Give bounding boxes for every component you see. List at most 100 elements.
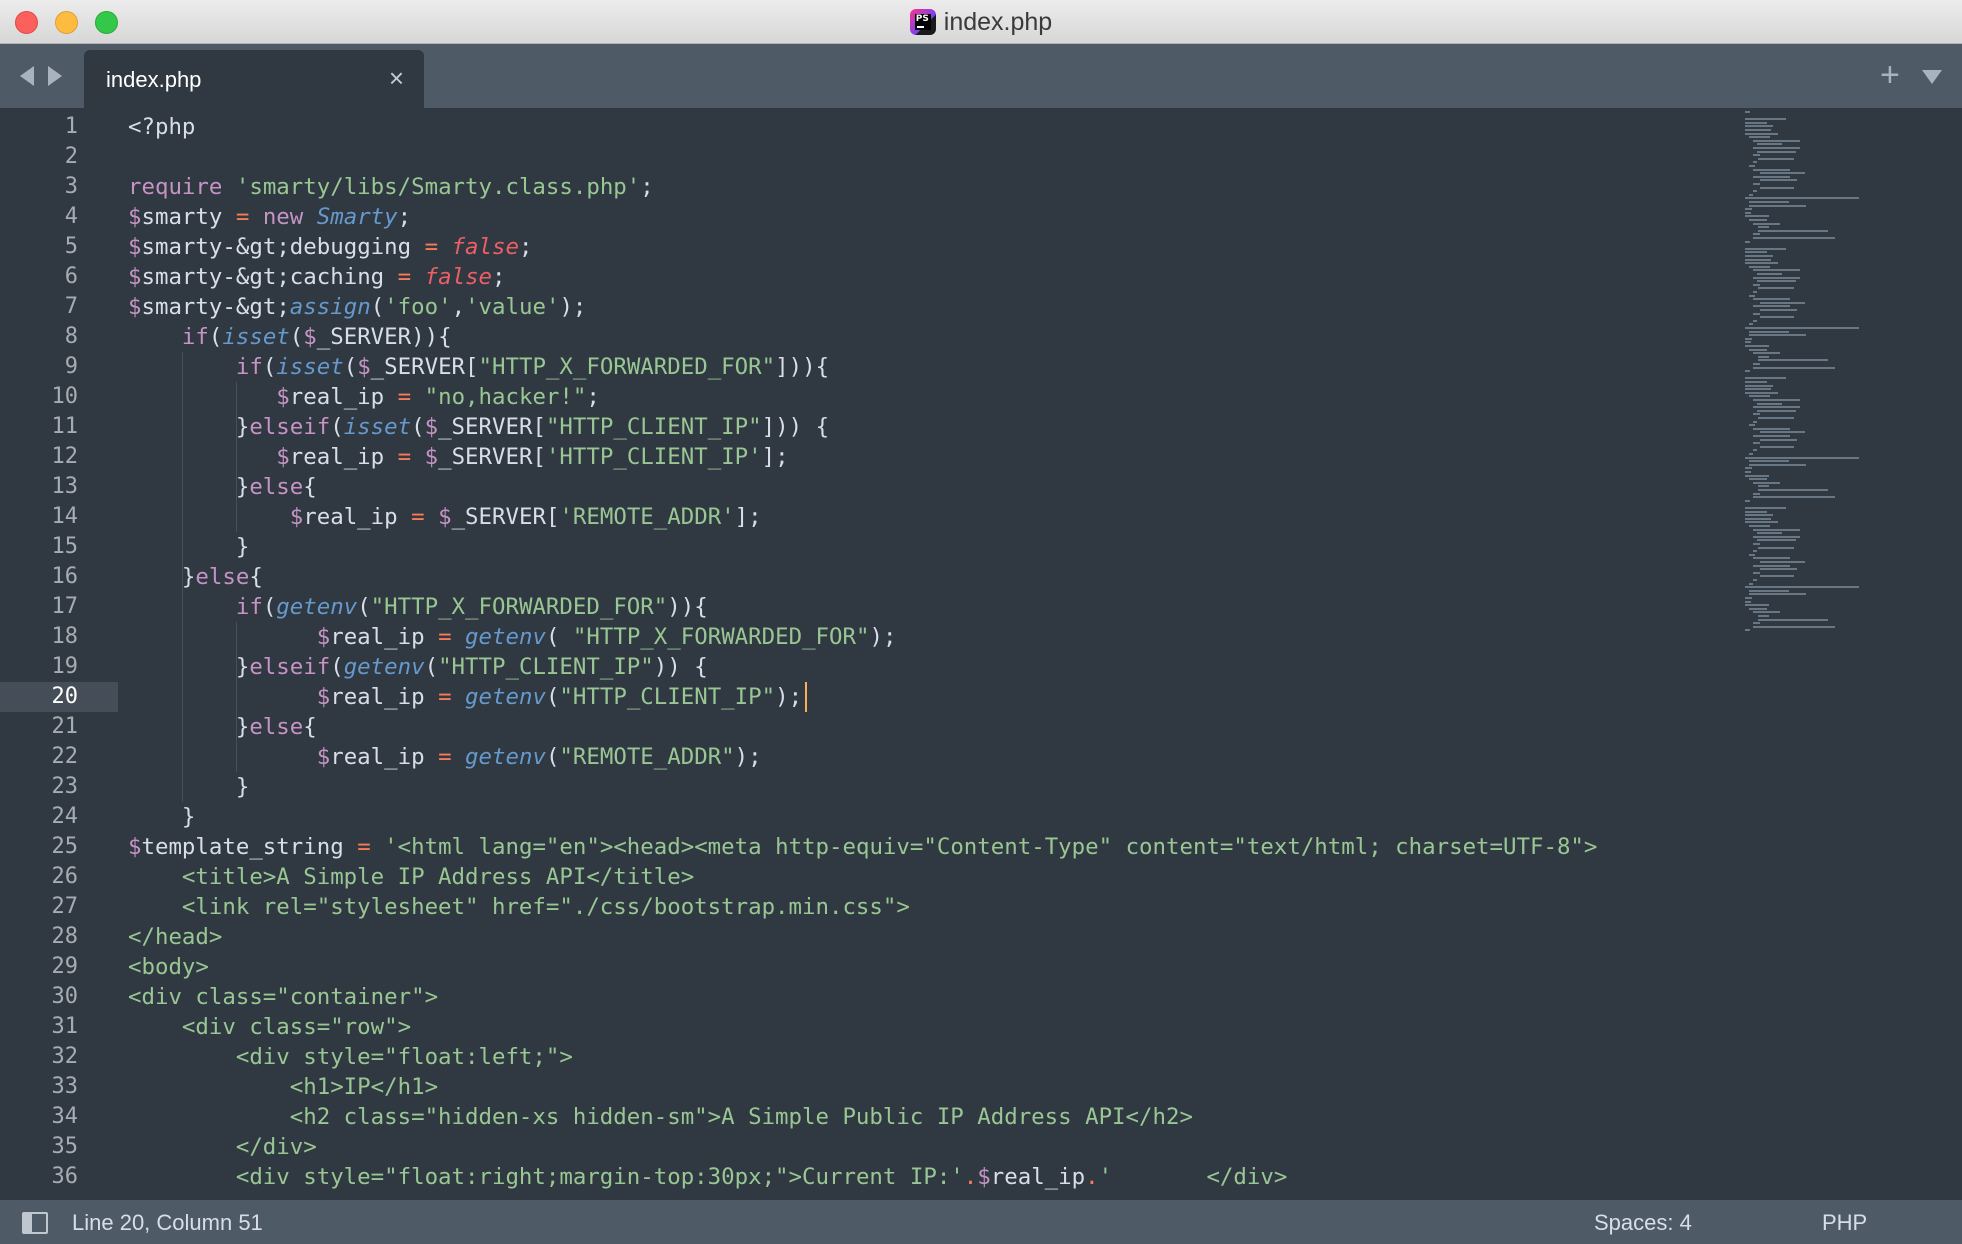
line-number: 2 — [64, 144, 78, 169]
code-line[interactable]: $real_ip = getenv("REMOTE_ADDR"); — [128, 742, 762, 772]
minimap-line — [1745, 521, 1778, 524]
tab-menu-chevron-down-icon[interactable] — [1922, 70, 1942, 84]
minimap-line — [1745, 600, 1752, 603]
code-line[interactable]: $smarty-&gt;assign('foo','value'); — [128, 292, 586, 322]
minimap-line — [1753, 571, 1760, 574]
minimap-line — [1756, 273, 1782, 275]
code-line[interactable]: $smarty-&gt;caching = false; — [128, 262, 506, 292]
minimap-line — [1749, 219, 1768, 221]
code-line[interactable]: }else{ — [128, 472, 317, 502]
minimap-line — [1757, 618, 1828, 621]
code-line[interactable]: $real_ip = $_SERVER['HTTP_CLIENT_IP']; — [128, 442, 788, 472]
code-line[interactable]: }else{ — [128, 712, 317, 742]
minimap-line — [1757, 546, 1795, 549]
code-line[interactable]: </div> — [128, 1132, 317, 1162]
code-line[interactable]: require 'smarty/libs/Smarty.class.php'; — [128, 172, 654, 202]
minimap-line — [1759, 172, 1805, 175]
minimap-line — [1759, 445, 1795, 448]
sidebar-toggle-icon[interactable] — [22, 1212, 48, 1234]
minimap-line — [1753, 269, 1800, 272]
code-line[interactable]: <title>A Simple IP Address API</title> — [128, 862, 694, 892]
line-number: 35 — [51, 1134, 79, 1159]
minimap-line — [1745, 517, 1772, 520]
code-line[interactable]: }elseif(getenv("HTTP_CLIENT_IP")) { — [128, 652, 708, 682]
minimap-line — [1745, 251, 1768, 254]
code-line[interactable]: $real_ip = $_SERVER['REMOTE_ADDR']; — [128, 502, 762, 532]
line-number: 20 — [51, 684, 79, 709]
minimap-line — [1745, 391, 1778, 394]
code-line[interactable]: } — [128, 802, 195, 832]
minimap-line — [1745, 258, 1772, 261]
code-line[interactable]: $real_ip = getenv( "HTTP_X_FORWARDED_FOR… — [128, 622, 897, 652]
minimap-line — [1756, 280, 1797, 283]
line-number: 29 — [51, 954, 79, 979]
text-caret — [805, 682, 807, 712]
minimap-line — [1753, 363, 1760, 365]
phpstorm-icon: PS — [909, 9, 936, 35]
minimap-line — [1759, 179, 1798, 182]
tab-bar: index.php × + — [0, 44, 1962, 108]
indentation-setting[interactable]: Spaces: 4 — [1594, 1210, 1692, 1236]
minimap-line — [1753, 161, 1758, 164]
line-number: 33 — [51, 1074, 79, 1099]
forward-arrow-icon[interactable] — [48, 66, 62, 86]
minimap-line — [1753, 492, 1760, 495]
code-line[interactable]: </head> — [128, 922, 222, 952]
code-line[interactable]: $smarty = new Smarty; — [128, 202, 411, 232]
cursor-position[interactable]: Line 20, Column 51 — [72, 1210, 263, 1236]
code-line[interactable]: $smarty-&gt;debugging = false; — [128, 232, 532, 262]
code-line[interactable]: } — [128, 772, 249, 802]
line-number-gutter: 1 2 3 4 5 6 7 8 9 10 11 12 13 14 15 16 17 18 19 20 21 22 23 24 2… — [0, 108, 118, 1200]
minimap-line — [1757, 485, 1770, 488]
code-line[interactable]: if(getenv("HTTP_X_FORWARDED_FOR")){ — [128, 592, 708, 622]
minimap[interactable] — [1745, 111, 1960, 671]
code-line[interactable]: $real_ip = "no,hacker!"; — [128, 382, 600, 412]
back-arrow-icon[interactable] — [20, 66, 34, 86]
code-area[interactable]: <?php require 'smarty/libs/Smarty.class.p… — [128, 108, 1728, 1200]
code-line[interactable]: $real_ip = getenv("HTTP_CLIENT_IP"); — [128, 682, 802, 712]
minimap-line — [1757, 489, 1828, 491]
code-line[interactable]: } — [128, 532, 249, 562]
code-editor[interactable]: 1 2 3 4 5 6 7 8 9 10 11 12 13 14 15 16 17 18 19 20 21 22 23 24 2… — [0, 108, 1962, 1200]
code-line[interactable]: <?php — [128, 112, 195, 142]
syntax-mode[interactable]: PHP — [1822, 1210, 1867, 1236]
code-line[interactable]: }else{ — [128, 562, 263, 592]
minimap-line — [1749, 334, 1806, 337]
code-line[interactable]: <div style="float:right;margin-top:30px;… — [128, 1162, 1288, 1192]
minimap-line — [1749, 463, 1806, 466]
new-tab-plus-icon[interactable]: + — [1880, 58, 1900, 92]
code-line[interactable]: <h1>IP</h1> — [128, 1072, 438, 1102]
tab-index-php[interactable]: index.php × — [84, 50, 424, 108]
code-line[interactable]: }elseif(isset($_SERVER["HTTP_CLIENT_IP"]… — [128, 412, 829, 442]
line-number: 18 — [51, 624, 79, 649]
code-line[interactable]: <div style="float:left;"> — [128, 1042, 573, 1072]
minimap-line — [1745, 255, 1774, 257]
minimap-line — [1753, 175, 1791, 178]
minimap-line — [1749, 460, 1790, 463]
line-number: 4 — [64, 204, 78, 229]
code-line[interactable]: <div class="row"> — [128, 1012, 411, 1042]
tab-label: index.php — [106, 67, 202, 92]
minimap-line — [1745, 262, 1778, 265]
code-line[interactable]: if(isset($_SERVER["HTTP_X_FORWARDED_FOR"… — [128, 352, 829, 382]
code-line[interactable]: <div class="container"> — [128, 982, 438, 1012]
code-line[interactable]: <body> — [128, 952, 209, 982]
minimap-line — [1757, 157, 1795, 160]
minimap-line — [1753, 352, 1780, 355]
minimap-line — [1753, 233, 1760, 236]
minimap-line — [1749, 525, 1771, 527]
minimap-line — [1749, 330, 1790, 333]
line-number: 16 — [51, 564, 79, 589]
line-number: 9 — [64, 354, 78, 379]
minimap-line — [1745, 118, 1786, 121]
close-tab-icon[interactable]: × — [389, 64, 404, 92]
code-line[interactable]: $template_string = '<html lang="en"><hea… — [128, 832, 1597, 862]
code-line[interactable]: <h2 class="hidden-xs hidden-sm">A Simple… — [128, 1102, 1193, 1132]
line-number: 13 — [51, 474, 79, 499]
line-number: 17 — [51, 594, 79, 619]
minimap-line — [1753, 564, 1791, 567]
code-line[interactable]: <link rel="stylesheet" href="./css/boots… — [128, 892, 910, 922]
code-line[interactable]: if(isset($_SERVER)){ — [128, 322, 452, 352]
minimap-line — [1745, 125, 1774, 128]
minimap-line — [1753, 168, 1791, 171]
